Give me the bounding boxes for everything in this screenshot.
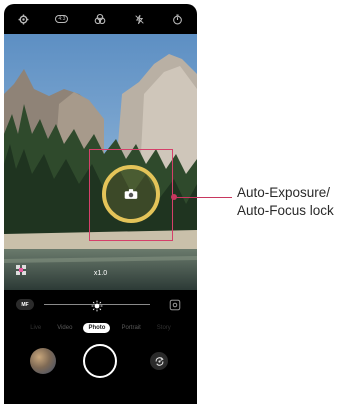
top-toolbar: 4:3 (4, 4, 197, 34)
mode-selector: Live Video Photo Portrait Story (4, 321, 197, 335)
phone-screen: 4:3 x1.0 MF Live Video Photo Portrait St… (4, 4, 197, 404)
callout-line (174, 197, 232, 198)
filter-icon[interactable] (90, 9, 110, 29)
timer-icon[interactable] (168, 9, 188, 29)
mode-story[interactable]: Story (152, 323, 176, 333)
mode-video[interactable]: Video (52, 323, 77, 333)
viewfinder-preview[interactable]: x1.0 (4, 34, 197, 290)
manual-focus-button[interactable]: MF (16, 299, 34, 310)
callout-line-1: Auto-Exposure/ (237, 185, 331, 200)
zoom-level[interactable]: x1.0 (4, 270, 197, 277)
mode-live[interactable]: Live (25, 323, 46, 333)
gallery-thumbnail[interactable] (30, 348, 56, 374)
mode-photo[interactable]: Photo (83, 323, 111, 333)
settings-icon[interactable] (13, 9, 33, 29)
callout-dot (171, 194, 177, 200)
switch-camera-icon[interactable] (150, 352, 168, 370)
aspect-ratio-label: 4:3 (55, 15, 69, 23)
ae-af-lock-box (89, 149, 173, 241)
shutter-button[interactable] (83, 344, 117, 378)
focus-ring[interactable] (102, 165, 160, 223)
callout-line-2: Auto-Focus lock (237, 203, 334, 218)
flash-off-icon[interactable] (129, 9, 149, 29)
brightness-icon[interactable] (91, 299, 103, 312)
mode-portrait[interactable]: Portrait (116, 323, 145, 333)
camera-icon (124, 188, 138, 200)
camera-controls: MF Live Video Photo Portrait Story (4, 290, 197, 404)
callout-label: Auto-Exposure/ Auto-Focus lock (237, 184, 334, 220)
lens-switch-icon[interactable] (169, 298, 181, 316)
aspect-ratio-icon[interactable]: 4:3 (52, 9, 72, 29)
